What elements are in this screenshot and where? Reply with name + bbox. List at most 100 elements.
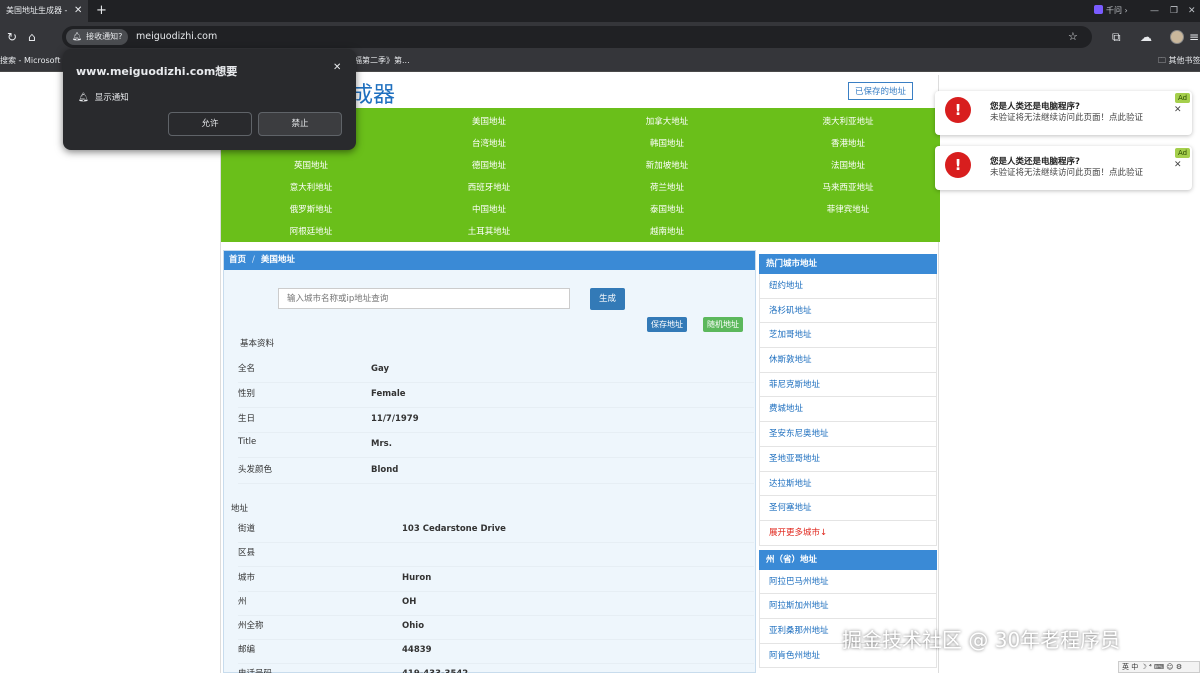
field-row: 州 OH — [238, 591, 754, 616]
profile-chip[interactable]: 千问 › — [1094, 4, 1128, 18]
field-value: 103 Cedarstone Drive — [402, 524, 506, 534]
reload-icon[interactable]: ↻ — [7, 22, 17, 52]
field-row: 全名 Gay — [238, 358, 754, 383]
new-tab-icon[interactable]: + — [96, 0, 107, 22]
ad-close-icon[interactable]: ✕ — [1174, 160, 1182, 170]
nav-country-link[interactable]: 阿根廷地址 — [221, 225, 401, 237]
warning-icon: ! — [945, 97, 971, 123]
nav-country-link[interactable]: 土耳其地址 — [399, 225, 579, 237]
minimize-icon[interactable]: — — [1150, 0, 1159, 22]
sidebar-item-city[interactable]: 圣何塞地址 — [759, 496, 937, 521]
popup-close-icon[interactable]: ✕ — [333, 62, 341, 73]
ad-verification-card[interactable]: ! 您是人类还是电脑程序? 未验证将无法继续访问此页面！点此验证 Ad ✕ — [935, 146, 1192, 190]
ad-badge: Ad — [1175, 93, 1191, 103]
field-row: 州全称 Ohio — [238, 615, 754, 640]
nav-country-link[interactable]: 香港地址 — [758, 137, 938, 149]
home-icon[interactable]: ⌂ — [28, 22, 36, 52]
bookmark-item[interactable]: 搜索 - Microsoft — [0, 52, 60, 70]
browser-toolbar: ↻ ⌂ 🔔︎ 接收通知? meiguodizhi.com ☆ ⧉ ☁ ≡ — [0, 22, 1200, 52]
field-value: 11/7/1979 — [371, 414, 419, 424]
saved-addresses-link[interactable]: 已保存的地址 — [848, 82, 914, 100]
sidebar-item-city[interactable]: 达拉斯地址 — [759, 471, 937, 497]
sidebar-item-city[interactable]: 芝加哥地址 — [759, 323, 937, 349]
field-key: 州 — [238, 597, 247, 607]
nav-country-link[interactable]: 菲律宾地址 — [758, 203, 938, 215]
sidebar-item-city[interactable]: 菲尼克斯地址 — [759, 372, 937, 398]
field-key: 城市 — [238, 573, 256, 583]
address-bar[interactable]: 🔔︎ 接收通知? meiguodizhi.com ☆ — [62, 26, 1092, 48]
basic-info-heading: 基本资料 — [240, 339, 275, 349]
generate-button[interactable]: 生成 — [590, 288, 625, 310]
tab-title: 美国地址生成器 - — [6, 6, 68, 15]
city-ip-search-input[interactable] — [278, 288, 570, 309]
notification-request-chip[interactable]: 🔔︎ 接收通知? — [66, 29, 129, 45]
sidebar-item-city[interactable]: 圣地亚哥地址 — [759, 446, 937, 472]
bookmark-other[interactable]: 🗀︎ 其他书签 — [1158, 52, 1200, 70]
nav-country-link[interactable]: 台湾地址 — [399, 137, 579, 149]
nav-country-link[interactable]: 韩国地址 — [577, 137, 757, 149]
bell-icon: 🔔︎ — [78, 93, 89, 103]
nav-country-link[interactable]: 加拿大地址 — [577, 115, 757, 127]
field-value: Huron — [402, 573, 432, 583]
nav-country-link[interactable]: 澳大利亚地址 — [758, 115, 938, 127]
sidebar-item-city[interactable]: 费城地址 — [759, 397, 937, 423]
sidebar: 热门城市地址 纽约地址 洛杉矶地址 芝加哥地址 休斯敦地址 菲尼克斯地址 费城地… — [759, 254, 937, 669]
ad-close-icon[interactable]: ✕ — [1174, 105, 1182, 115]
field-row: 城市 Huron — [238, 567, 754, 592]
field-key: 全名 — [238, 364, 256, 374]
menu-icon[interactable]: ≡ — [1189, 22, 1199, 52]
breadcrumb-separator: / — [252, 255, 255, 265]
nav-country-link[interactable]: 英国地址 — [221, 159, 401, 171]
restore-icon[interactable]: ❐ — [1170, 0, 1178, 22]
tab-close-icon[interactable]: ✕ — [74, 0, 82, 22]
nav-country-link[interactable]: 德国地址 — [399, 159, 579, 171]
deny-button[interactable]: 禁止 — [258, 112, 342, 136]
sidebar-item-city[interactable]: 圣安东尼奥地址 — [759, 422, 937, 447]
sidebar-item-city[interactable]: 休斯敦地址 — [759, 348, 937, 373]
nav-country-link[interactable]: 法国地址 — [758, 159, 938, 171]
nav-country-link[interactable]: 中国地址 — [399, 203, 579, 215]
nav-country-link[interactable]: 马来西亚地址 — [758, 181, 938, 193]
expand-more-cities-link[interactable]: 展开更多城市↓ — [759, 520, 937, 546]
avatar[interactable] — [1170, 30, 1184, 44]
bookmark-star-icon[interactable]: ☆ — [1068, 26, 1078, 48]
field-row: 电话号码 419-433-3542 — [238, 663, 754, 673]
sidebar-item-city[interactable]: 纽约地址 — [759, 274, 937, 299]
nav-country-link[interactable]: 新加坡地址 — [577, 159, 757, 171]
popup-permission-line: 🔔︎ 显示通知 — [78, 91, 129, 103]
field-value: Blond — [371, 465, 399, 475]
field-value: Ohio — [402, 621, 425, 631]
nav-country-link[interactable]: 西班牙地址 — [399, 181, 579, 193]
ime-toolbar[interactable]: 英 中 ☽ ⁴ ⌨ ☺ ⚙ — [1118, 661, 1200, 673]
popup-permission-label: 显示通知 — [94, 93, 129, 103]
field-key: 区县 — [238, 548, 256, 558]
sidebar-item-state[interactable]: 阿拉巴马州地址 — [759, 569, 937, 595]
nav-country-link[interactable]: 意大利地址 — [221, 181, 401, 193]
nav-country-link[interactable]: 泰国地址 — [577, 203, 757, 215]
notification-permission-popup: www.meiguodizhi.com想要 ✕ 🔔︎ 显示通知 允许 禁止 — [63, 49, 356, 150]
field-value: 44839 — [402, 645, 432, 655]
close-window-icon[interactable]: ✕ — [1188, 0, 1196, 22]
ad-description: 未验证将无法继续访问此页面！点此验证 — [990, 168, 1144, 178]
breadcrumb-current[interactable]: 美国地址 — [261, 255, 295, 265]
bell-icon: 🔔︎ — [72, 32, 83, 41]
allow-button[interactable]: 允许 — [168, 112, 252, 136]
sidebar-item-city[interactable]: 洛杉矶地址 — [759, 298, 937, 324]
nav-country-link[interactable]: 俄罗斯地址 — [221, 203, 401, 215]
nav-country-link[interactable]: 美国地址 — [399, 115, 579, 127]
nav-country-link[interactable]: 荷兰地址 — [577, 181, 757, 193]
browser-tab-active[interactable]: 美国地址生成器 - ✕ — [0, 0, 88, 22]
sidebar-item-state[interactable]: 阿拉斯加州地址 — [759, 594, 937, 619]
profile-label: 千问 › — [1106, 6, 1128, 15]
nav-country-link[interactable]: 越南地址 — [577, 225, 757, 237]
breadcrumb-home[interactable]: 首页 — [229, 255, 246, 265]
ad-verification-card[interactable]: ! 您是人类还是电脑程序? 未验证将无法继续访问此页面！点此验证 Ad ✕ — [935, 91, 1192, 135]
random-address-button[interactable]: 随机地址 — [703, 317, 743, 332]
extensions-icon[interactable]: ⧉ — [1112, 22, 1121, 52]
warning-icon: ! — [945, 152, 971, 178]
sync-cloud-icon[interactable]: ☁ — [1140, 22, 1152, 52]
url-text[interactable]: meiguodizhi.com — [136, 26, 217, 48]
save-address-button[interactable]: 保存地址 — [647, 317, 687, 332]
field-row: 街道 103 Cedarstone Drive — [238, 518, 754, 543]
qwen-logo-icon — [1094, 5, 1103, 14]
